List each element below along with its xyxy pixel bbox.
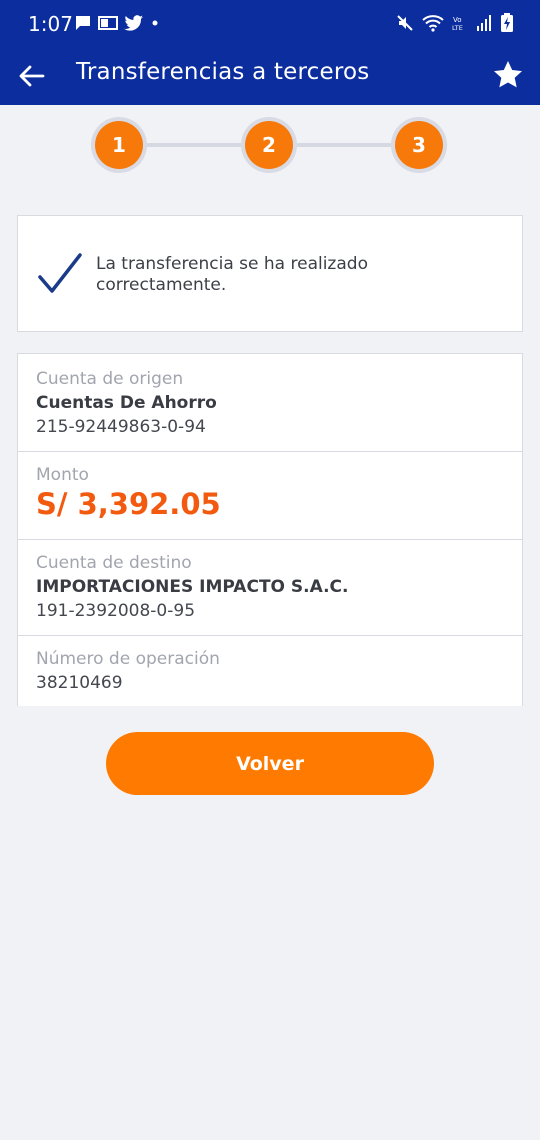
origin-account-number: 215-92449863-0-94	[36, 417, 206, 437]
svg-text:LTE: LTE	[452, 24, 463, 32]
amount-row: Monto S/ 3,392.05	[18, 452, 522, 540]
step-connector-2	[296, 143, 394, 147]
system-icons: Vo LTE	[396, 13, 514, 33]
star-icon[interactable]	[492, 59, 524, 91]
step-3: 3	[391, 117, 447, 173]
twitter-icon	[124, 15, 143, 31]
transfer-details-card: Cuenta de origen Cuentas De Ahorro 215-9…	[17, 353, 523, 706]
origin-account-name: Cuentas De Ahorro	[36, 393, 217, 413]
back-button[interactable]: Volver	[106, 732, 434, 795]
page-title: Transferencias a terceros	[76, 59, 370, 85]
destination-account-row: Cuenta de destino IMPORTACIONES IMPACTO …	[18, 540, 522, 636]
success-message: La transferencia se ha realizado correct…	[96, 254, 368, 295]
step-1-number: 1	[95, 121, 143, 169]
amount-value: S/ 3,392.05	[36, 487, 221, 521]
step-2-number: 2	[245, 121, 293, 169]
message-icon	[76, 16, 90, 30]
destination-account-number: 191-2392008-0-95	[36, 601, 196, 621]
battery-charging-icon	[501, 13, 513, 32]
status-time: 1:07	[28, 12, 73, 36]
svg-text:Vo: Vo	[453, 16, 462, 24]
check-icon	[38, 253, 82, 293]
origin-account-row: Cuenta de origen Cuentas De Ahorro 215-9…	[18, 354, 522, 452]
operation-number-value: 38210469	[36, 673, 123, 693]
wifi-icon	[422, 15, 444, 32]
mute-icon	[397, 15, 413, 31]
notification-icons	[74, 14, 160, 32]
destination-account-label: Cuenta de destino	[36, 553, 192, 573]
volte-icon: Vo LTE	[452, 16, 463, 32]
status-bar: 1:07 Vo LTE	[0, 0, 540, 48]
operation-number-label: Número de operación	[36, 649, 220, 669]
step-connector-1	[146, 143, 244, 147]
success-card: La transferencia se ha realizado correct…	[17, 215, 523, 332]
outlook-icon	[98, 16, 118, 30]
step-1: 1	[91, 117, 147, 173]
operation-number-row: Número de operación 38210469	[18, 636, 522, 706]
destination-account-name: IMPORTACIONES IMPACTO S.A.C.	[36, 577, 349, 597]
app-bar: Transferencias a terceros	[0, 48, 540, 105]
step-3-number: 3	[395, 121, 443, 169]
arrow-left-icon[interactable]	[16, 60, 48, 92]
signal-icon	[477, 15, 491, 31]
origin-account-label: Cuenta de origen	[36, 369, 184, 389]
step-2: 2	[241, 117, 297, 173]
amount-label: Monto	[36, 465, 89, 485]
dot-icon	[152, 20, 158, 26]
